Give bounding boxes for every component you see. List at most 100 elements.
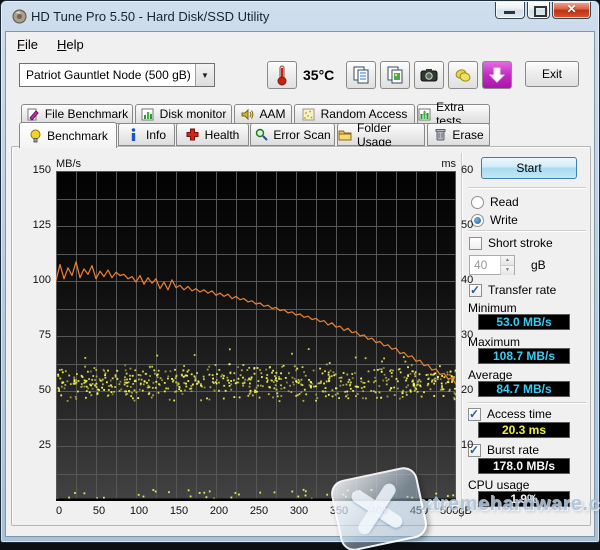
separator bbox=[468, 230, 586, 232]
speaker-icon bbox=[240, 107, 254, 121]
tab-aam[interactable]: AAM bbox=[234, 104, 292, 124]
donate-button[interactable] bbox=[448, 61, 478, 89]
axis-tick-label: 125 bbox=[32, 219, 51, 231]
minimize-button[interactable] bbox=[495, 2, 525, 19]
write-radio-label: Write bbox=[490, 213, 518, 227]
trash-icon bbox=[433, 128, 447, 142]
axis-tick-label: 200 bbox=[209, 505, 229, 517]
separator bbox=[468, 187, 586, 189]
copy-image-icon bbox=[387, 66, 403, 84]
read-radio-label: Read bbox=[490, 195, 519, 209]
axis-tick-label: 150 bbox=[169, 505, 189, 517]
folder-icon bbox=[338, 128, 352, 142]
close-icon: ✕ bbox=[566, 2, 577, 16]
tab-label: Benchmark bbox=[47, 128, 108, 143]
access-time-checkbox[interactable] bbox=[468, 407, 481, 421]
axis-tick-label: 60 bbox=[461, 164, 474, 176]
minimize-icon bbox=[504, 11, 515, 14]
tab-label: Error Scan bbox=[273, 127, 331, 142]
axis-tick-label: 20 bbox=[461, 384, 474, 396]
tab-label: Random Access bbox=[320, 107, 408, 121]
tab-erase[interactable]: Erase bbox=[427, 123, 490, 146]
tab-disk-monitor[interactable]: Disk monitor bbox=[135, 104, 232, 124]
axis-tick-label: 30 bbox=[461, 329, 474, 341]
axis-tick-label: 40 bbox=[461, 274, 474, 286]
axis-tick-label: 25 bbox=[38, 439, 51, 451]
menu-file[interactable]: File bbox=[11, 35, 44, 54]
access-time-value: 20.3 ms bbox=[478, 422, 570, 438]
average-value: 84.7 MB/s bbox=[478, 381, 570, 397]
minimum-label: Minimum bbox=[468, 301, 517, 315]
tab-extra-tests[interactable]: Extra tests bbox=[417, 100, 490, 128]
magnifier-icon bbox=[254, 128, 268, 142]
axis-tick-label: 75 bbox=[38, 329, 51, 341]
axis-tick-label: 0 bbox=[55, 505, 63, 517]
start-button[interactable]: Start bbox=[481, 157, 577, 179]
axis-tick-label: 150 bbox=[32, 164, 51, 176]
tab-folder-usage[interactable]: Folder Usage bbox=[337, 120, 425, 149]
temperature-value: 35°C bbox=[303, 67, 335, 83]
axis-tick-label: 300 bbox=[289, 505, 309, 517]
transfer-rate-label: Transfer rate bbox=[488, 283, 557, 297]
grid-chart-icon bbox=[418, 107, 431, 121]
close-button[interactable]: ✕ bbox=[552, 2, 591, 19]
app-window: HD Tune Pro 5.50 - Hard Disk/SSD Utility… bbox=[0, 0, 600, 550]
screenshot-stage: HD Tune Pro 5.50 - Hard Disk/SSD Utility… bbox=[0, 0, 600, 550]
screenshot-button[interactable] bbox=[414, 61, 444, 89]
tab-label: Disk monitor bbox=[159, 107, 227, 121]
tab-health[interactable]: Health bbox=[176, 123, 249, 146]
pen-icon bbox=[26, 107, 40, 121]
menu-help[interactable]: Help bbox=[51, 35, 90, 54]
copy-text-button[interactable] bbox=[346, 61, 376, 89]
drive-selector[interactable]: Patriot Gauntlet Node (500 gB) ▼ bbox=[19, 63, 215, 87]
tab-file-benchmark[interactable]: File Benchmark bbox=[21, 104, 133, 124]
tab-info[interactable]: Info bbox=[118, 123, 175, 146]
short-stroke-checkbox[interactable] bbox=[469, 237, 482, 250]
short-stroke-label: Short stroke bbox=[488, 236, 553, 250]
axis-tick-label: 100 bbox=[32, 274, 51, 286]
minimum-value: 53.0 MB/s bbox=[478, 314, 570, 330]
burst-rate-label: Burst rate bbox=[487, 443, 540, 457]
tab-benchmark[interactable]: Benchmark bbox=[19, 122, 117, 148]
dots-icon bbox=[302, 107, 316, 121]
average-label: Average bbox=[468, 368, 513, 382]
camera-icon bbox=[420, 69, 438, 82]
maximize-icon bbox=[534, 6, 547, 17]
chart-grid bbox=[56, 171, 456, 502]
copy-text-icon bbox=[353, 66, 369, 84]
app-icon bbox=[12, 9, 27, 24]
spinner-up-icon[interactable]: ▲ bbox=[501, 256, 514, 266]
spinner-down-icon[interactable]: ▼ bbox=[501, 266, 514, 275]
update-download-button[interactable] bbox=[482, 61, 512, 89]
window-title: HD Tune Pro 5.50 - Hard Disk/SSD Utility bbox=[31, 9, 270, 24]
axis-tick-label: 50 bbox=[461, 219, 474, 231]
axis-tick-label: 50 bbox=[38, 384, 51, 396]
maximum-value: 108.7 MB/s bbox=[478, 348, 570, 364]
thermometer-icon bbox=[277, 65, 287, 86]
cpu-usage-label: CPU usage bbox=[468, 478, 530, 492]
burst-rate-value: 178.0 MB/s bbox=[478, 458, 570, 474]
capacity-unit-label: gB bbox=[531, 258, 546, 272]
info-icon bbox=[127, 128, 141, 142]
axis-tick-label: 10 bbox=[461, 439, 474, 451]
tab-label: File Benchmark bbox=[44, 107, 129, 121]
read-radio[interactable] bbox=[471, 196, 484, 209]
chevron-down-icon: ▼ bbox=[195, 64, 214, 86]
exit-button[interactable]: Exit bbox=[525, 61, 579, 87]
right-axis-unit: ms bbox=[441, 158, 456, 170]
tab-label: Folder Usage bbox=[357, 120, 392, 149]
tab-label: Info bbox=[145, 127, 166, 142]
chart-canvas bbox=[55, 171, 457, 502]
tab-label: Erase bbox=[452, 127, 484, 142]
maximize-button[interactable] bbox=[527, 2, 550, 19]
short-stroke-capacity-spinner[interactable]: 40 ▲ ▼ bbox=[469, 255, 515, 275]
axis-tick-label: 100 bbox=[129, 505, 149, 517]
temperature-button[interactable] bbox=[267, 61, 297, 89]
axis-tick-label: 250 bbox=[249, 505, 269, 517]
spinner-arrows[interactable]: ▲ ▼ bbox=[500, 256, 514, 275]
copy-image-button[interactable] bbox=[380, 61, 410, 89]
tab-error-scan[interactable]: Error Scan bbox=[250, 123, 335, 146]
download-arrow-icon bbox=[489, 67, 505, 83]
monitor-chart-icon bbox=[141, 107, 155, 121]
watermark-text: xtremehardware.com bbox=[421, 493, 600, 515]
